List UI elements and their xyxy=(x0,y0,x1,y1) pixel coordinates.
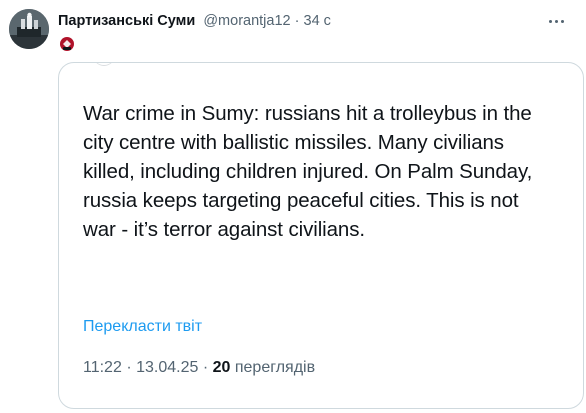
more-dots-icon xyxy=(548,19,552,23)
header-separator: · xyxy=(294,13,300,29)
author-handle[interactable]: @morantja12 xyxy=(203,13,290,29)
meta-time[interactable]: 11:22 xyxy=(83,359,122,376)
meta-date[interactable]: 13.04.25 xyxy=(136,359,198,376)
meta-separator: · xyxy=(126,359,132,376)
author-name[interactable]: Партизанські Суми xyxy=(58,13,195,29)
meta-separator-2: · xyxy=(202,359,209,376)
quote-text: War crime in Sumy: russians hit a trolle… xyxy=(83,102,533,241)
avatar[interactable] xyxy=(9,9,49,49)
badge-icon xyxy=(58,36,76,52)
tweet-meta: 11:22 · 13.04.25 · 20 переглядів xyxy=(83,358,315,378)
embedded-quote-card[interactable]: War crime in Sumy: russians hit a trolle… xyxy=(58,62,584,409)
tweet-time[interactable]: 34 с xyxy=(304,13,331,29)
views-label[interactable]: переглядів xyxy=(235,359,315,376)
statue-avatar-icon xyxy=(9,9,49,49)
tweet-header: Партизанські Суми @morantja12 · 34 с xyxy=(58,12,331,30)
card-top-hint xyxy=(93,63,115,66)
translate-tweet-link[interactable]: Перекласти твіт xyxy=(83,317,202,337)
tweet[interactable]: Партизанські Суми @morantja12 · 34 с War… xyxy=(0,0,586,413)
more-button[interactable] xyxy=(544,9,568,33)
views-count[interactable]: 20 xyxy=(213,359,231,376)
